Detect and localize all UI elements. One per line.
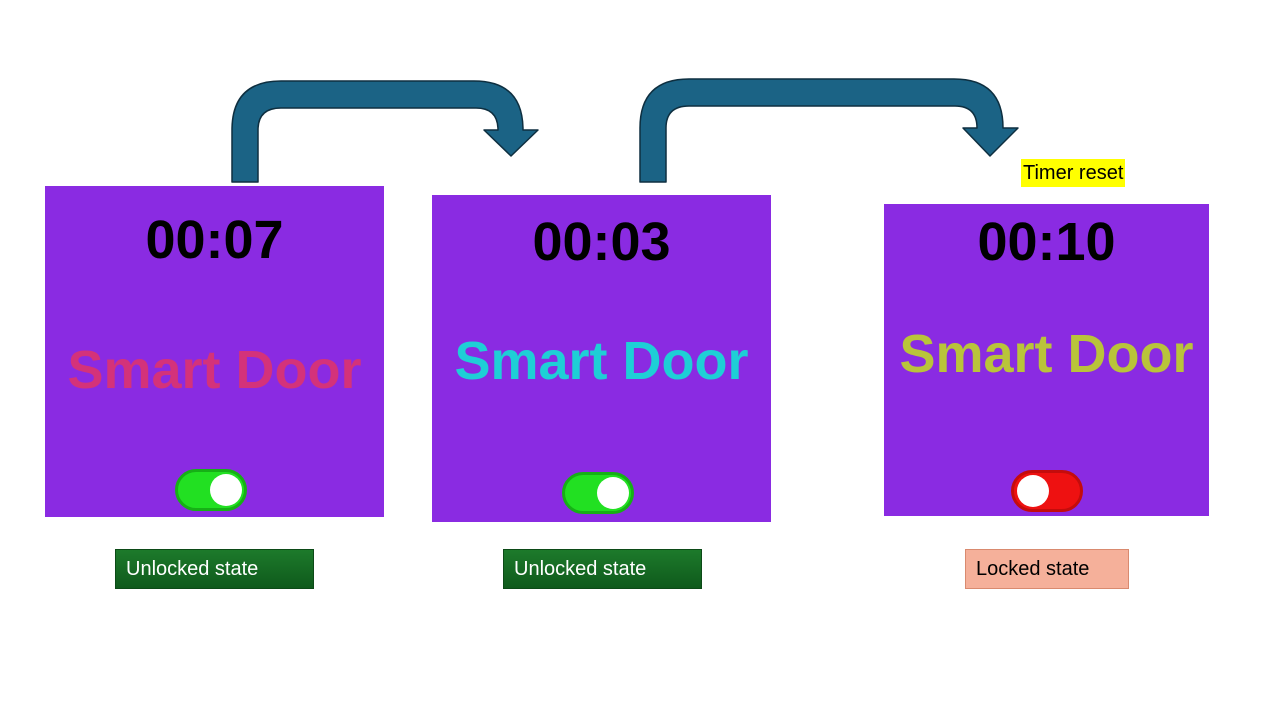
countdown-timer: 00:03 <box>532 212 671 272</box>
state-label: Unlocked state <box>115 549 314 589</box>
toggle-knob <box>597 477 629 509</box>
state-label: Locked state <box>965 549 1129 589</box>
smart-door-title: Smart Door <box>454 331 749 391</box>
countdown-timer: 00:10 <box>977 212 1116 272</box>
state-label: Unlocked state <box>503 549 702 589</box>
smart-door-screen-2: 00:03 Smart Door <box>432 195 771 522</box>
smart-door-title: Smart Door <box>899 324 1194 384</box>
timer-reset-note: Timer reset <box>1021 159 1126 187</box>
lock-toggle-switch[interactable] <box>562 472 634 514</box>
smart-door-screen-1: 00:07 Smart Door <box>45 186 384 517</box>
diagram-canvas: 00:07 Smart Door 00:03 Smart Door 00:10 … <box>0 0 1280 720</box>
lock-toggle-switch[interactable] <box>1011 470 1083 512</box>
curved-arrow-icon <box>639 78 1019 183</box>
smart-door-title: Smart Door <box>67 340 362 400</box>
lock-toggle-switch[interactable] <box>175 469 247 511</box>
countdown-timer: 00:07 <box>145 210 284 270</box>
curved-arrow-icon <box>231 80 539 183</box>
toggle-knob <box>210 474 242 506</box>
toggle-knob <box>1017 475 1049 507</box>
smart-door-screen-3: 00:10 Smart Door <box>884 204 1209 516</box>
